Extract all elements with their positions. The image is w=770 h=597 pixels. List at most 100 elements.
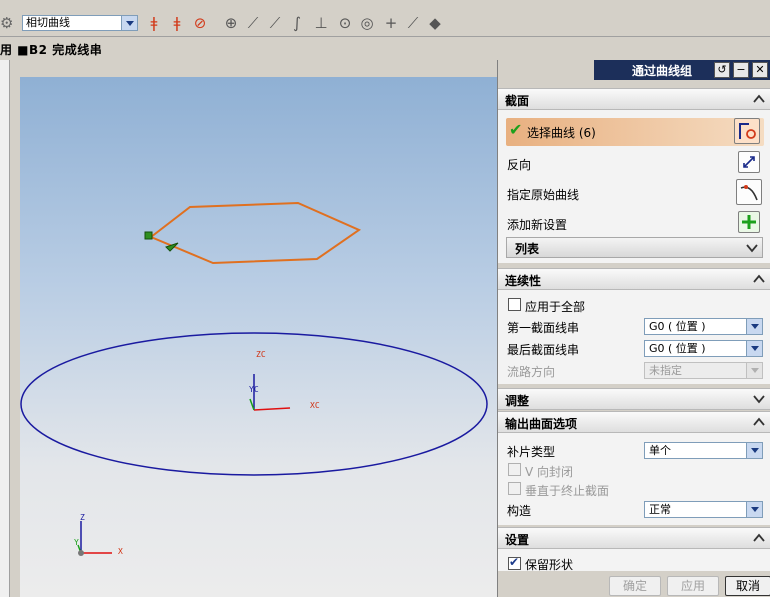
chevron-up-icon[interactable] bbox=[753, 93, 765, 105]
specify-origin-button[interactable] bbox=[736, 179, 762, 205]
normal-to-end-label: 垂直于终止截面 bbox=[525, 484, 610, 498]
normal-to-end-checkbox[interactable] bbox=[508, 482, 521, 495]
patch-type-value: 单个 bbox=[649, 444, 671, 457]
point-on-face-icon[interactable]: ◆ bbox=[426, 14, 444, 32]
wcs-yc-label: YC bbox=[249, 385, 259, 394]
first-section-label: 第一截面线串 bbox=[507, 321, 580, 335]
section-header-continuity[interactable]: 连续性 bbox=[498, 268, 770, 290]
adjust-title: 调整 bbox=[505, 394, 530, 408]
cancel-button[interactable]: 取消 bbox=[725, 576, 770, 596]
apply-button[interactable]: 应用 bbox=[667, 576, 719, 596]
stop-at-intersection-icon[interactable]: ǂ bbox=[145, 14, 163, 32]
section-header-section[interactable]: 截面 bbox=[498, 88, 770, 110]
list-toggle[interactable]: 列表 bbox=[506, 237, 763, 258]
last-section-select[interactable]: G0 ( 位置 ) bbox=[644, 340, 763, 357]
chevron-down-icon[interactable] bbox=[746, 341, 762, 356]
origin-curve-icon bbox=[740, 185, 758, 201]
section-header-adjust[interactable]: 调整 bbox=[498, 388, 770, 410]
wcs-zc-label: ZC bbox=[256, 350, 266, 359]
follow-fillet-icon[interactable]: ǂ bbox=[168, 14, 186, 32]
chevron-down-icon[interactable] bbox=[746, 319, 762, 334]
chevron-down-icon[interactable] bbox=[753, 393, 765, 405]
last-section-label: 最后截面线串 bbox=[507, 343, 580, 357]
construct-value: 正常 bbox=[649, 503, 671, 516]
dialog-title-bar[interactable]: 通过曲线组 ↺ − ✕ bbox=[594, 60, 770, 80]
construct-label: 构造 bbox=[507, 504, 532, 518]
chevron-up-icon[interactable] bbox=[753, 416, 765, 428]
apply-all-label: 应用于全部 bbox=[525, 300, 586, 314]
curve-rule-combo[interactable]: 相切曲线 bbox=[22, 15, 138, 31]
chain-within-feature-icon[interactable]: ⊘ bbox=[191, 14, 209, 32]
section-body-continuity: 应用于全部 第一截面线串 G0 ( 位置 ) 最后截面线串 G0 ( 位置 ) … bbox=[498, 290, 770, 384]
chevron-down-icon[interactable] bbox=[746, 443, 762, 458]
curve-select-icon bbox=[739, 123, 756, 139]
top-toolbar-strip bbox=[0, 0, 770, 10]
status-bar: 用 ■B2 完成线串 bbox=[0, 37, 770, 60]
section-body-section: ✔ 选择曲线 (6) 反向 指定原始曲线 添加新设置 列表 bbox=[498, 110, 770, 263]
snap-all-icon[interactable]: ⊕ bbox=[222, 14, 240, 32]
abs-x-label: X bbox=[118, 547, 123, 556]
control-point-snap-icon[interactable]: ∫ bbox=[288, 14, 306, 32]
graphics-viewport[interactable]: ZC YC XC Z Y X bbox=[20, 77, 497, 597]
selection-filter-icon[interactable]: ⚙ bbox=[0, 14, 13, 32]
last-section-value: G0 ( 位置 ) bbox=[649, 342, 706, 355]
patch-type-label: 补片类型 bbox=[507, 445, 556, 459]
section-body-settings: 保留形状 bbox=[498, 549, 770, 571]
reverse-direction-button[interactable] bbox=[738, 151, 760, 173]
collapse-icon[interactable]: − bbox=[733, 62, 749, 78]
resource-bar[interactable] bbox=[0, 60, 10, 597]
cancel-label: 取消 bbox=[735, 579, 760, 593]
chevron-up-icon[interactable] bbox=[753, 273, 765, 285]
section-header-output[interactable]: 输出曲面选项 bbox=[498, 411, 770, 433]
v-closed-label: V 向封闭 bbox=[525, 465, 574, 479]
close-icon[interactable]: ✕ bbox=[752, 62, 768, 78]
point-on-curve-icon[interactable]: ⟋ bbox=[404, 14, 422, 32]
section-title: 截面 bbox=[505, 94, 530, 108]
add-new-set-button[interactable] bbox=[738, 211, 760, 233]
settings-title: 设置 bbox=[505, 533, 530, 547]
existing-point-snap-icon[interactable]: + bbox=[382, 14, 400, 32]
flow-direction-value: 未指定 bbox=[649, 364, 682, 377]
output-title: 输出曲面选项 bbox=[505, 417, 578, 431]
endpoint-snap-icon[interactable]: ⟋ bbox=[244, 14, 262, 32]
abs-z-label: Z bbox=[80, 513, 85, 522]
select-curve-row[interactable]: ✔ 选择曲线 (6) bbox=[506, 118, 764, 146]
reverse-direction-icon bbox=[743, 156, 755, 168]
apply-label: 应用 bbox=[680, 579, 705, 593]
section-curve-hexagon[interactable] bbox=[149, 201, 362, 265]
first-section-value: G0 ( 位置 ) bbox=[649, 320, 706, 333]
reset-icon[interactable]: ↺ bbox=[714, 62, 730, 78]
specify-origin-label: 指定原始曲线 bbox=[507, 188, 580, 202]
flow-direction-select[interactable]: 未指定 bbox=[644, 362, 763, 379]
check-icon: ✔ bbox=[509, 120, 523, 139]
v-closed-checkbox[interactable] bbox=[508, 463, 521, 476]
apply-all-checkbox[interactable] bbox=[508, 298, 521, 311]
list-title: 列表 bbox=[515, 242, 540, 256]
flow-direction-label: 流路方向 bbox=[507, 365, 556, 379]
arc-center-snap-icon[interactable]: ⊙ bbox=[336, 14, 354, 32]
curve-rule-value: 相切曲线 bbox=[26, 16, 70, 29]
section-body-output: 补片类型 单个 V 向封闭 垂直于终止截面 构造 正常 bbox=[498, 433, 770, 525]
chevron-up-icon[interactable] bbox=[753, 532, 765, 544]
add-new-set-label: 添加新设置 bbox=[507, 218, 568, 232]
intersection-snap-icon[interactable]: ⊥ bbox=[312, 14, 330, 32]
construct-select[interactable]: 正常 bbox=[644, 501, 763, 518]
first-section-select[interactable]: G0 ( 位置 ) bbox=[644, 318, 763, 335]
continuity-title: 连续性 bbox=[505, 274, 542, 288]
dialog-title: 通过曲线组 bbox=[632, 64, 693, 78]
chevron-down-icon[interactable] bbox=[746, 242, 758, 254]
abs-y-label: Y bbox=[74, 538, 79, 547]
curve-start-marker bbox=[144, 231, 153, 240]
patch-type-select[interactable]: 单个 bbox=[644, 442, 763, 459]
wcs-xc-label: XC bbox=[310, 401, 320, 410]
section-header-settings[interactable]: 设置 bbox=[498, 527, 770, 549]
chevron-down-icon bbox=[746, 363, 762, 378]
chevron-down-icon[interactable] bbox=[121, 16, 137, 30]
chevron-down-icon[interactable] bbox=[746, 502, 762, 517]
keep-shape-label: 保留形状 bbox=[525, 558, 574, 571]
ok-button[interactable]: 确定 bbox=[609, 576, 661, 596]
keep-shape-checkbox[interactable] bbox=[508, 555, 521, 570]
midpoint-snap-icon[interactable]: ⟋ bbox=[266, 14, 284, 32]
quadrant-snap-icon[interactable]: ◎ bbox=[358, 14, 376, 32]
select-curve-button[interactable] bbox=[734, 118, 760, 144]
